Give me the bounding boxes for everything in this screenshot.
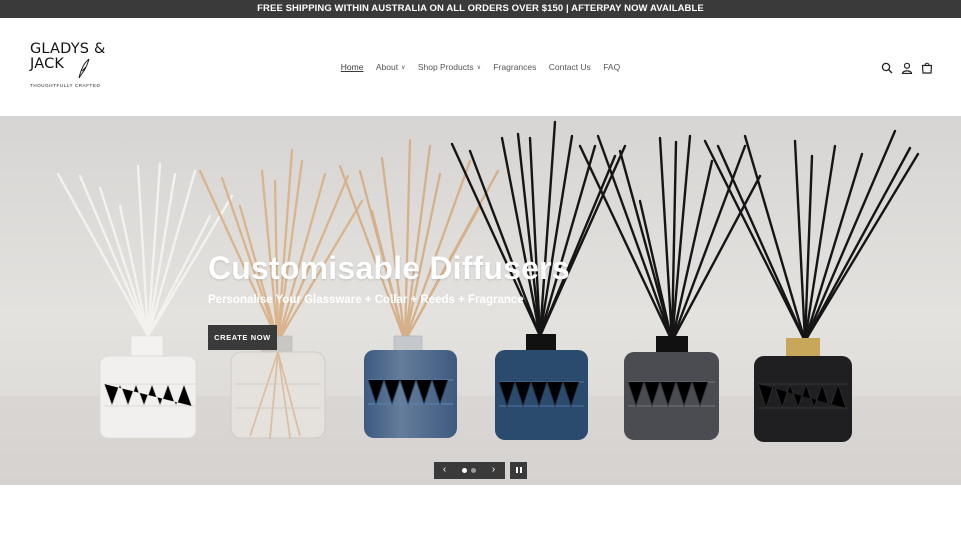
nav-item-about[interactable]: About ∨ [376, 62, 406, 72]
nav-label: About [375, 62, 399, 72]
chevron-right-icon[interactable]: › [485, 462, 502, 479]
nav-item-faq[interactable]: FAQ [603, 62, 620, 72]
nav-item-contact-us[interactable]: Contact Us [549, 62, 591, 72]
nav-label: Home [340, 62, 364, 72]
logo-line-1: GLADYS & [30, 41, 106, 57]
slide-dot-2[interactable] [471, 468, 476, 473]
hero-subtitle: Personalise Your Glassware + Collar + Re… [208, 294, 524, 306]
search-icon[interactable] [881, 62, 893, 74]
nav-item-shop-products[interactable]: Shop Products ∨ [418, 62, 481, 72]
nav-item-fragrances[interactable]: Fragrances [493, 62, 536, 72]
cart-icon[interactable] [921, 62, 933, 74]
nav-label: Contact Us [548, 62, 591, 72]
site-header: GLADYS & JACK THOUGHTFULLY CRAFTED Home … [0, 18, 961, 116]
chevron-down-icon: ∨ [401, 65, 406, 71]
main-nav: Home About ∨ Shop Products ∨ Fragrances Co… [0, 62, 961, 72]
nav-label: FAQ [603, 62, 621, 72]
nav-item-home[interactable]: Home [341, 62, 364, 72]
chevron-left-icon[interactable]: ‹ [436, 462, 453, 479]
hero-title: Customisable Diffusers [208, 250, 570, 286]
chevron-down-icon: ∨ [476, 65, 482, 71]
nav-label: Shop Products [417, 62, 474, 72]
pause-icon-bar [519, 467, 522, 473]
nav-label: Fragrances [493, 62, 537, 72]
account-icon[interactable] [901, 62, 913, 74]
logo-tagline: THOUGHTFULLY CRAFTED [30, 83, 101, 88]
create-now-button[interactable]: CREATE NOW [208, 325, 277, 350]
slide-dot-1[interactable] [462, 468, 467, 473]
pause-icon [516, 467, 518, 473]
pause-button[interactable] [510, 462, 527, 479]
slideshow-controls: ‹ › [434, 462, 505, 479]
hero-slideshow: Customisable Diffusers Personalise Your … [0, 116, 961, 485]
announcement-text: FREE SHIPPING WITHIN AUSTRALIA ON ALL OR… [257, 3, 704, 14]
announcement-bar: FREE SHIPPING WITHIN AUSTRALIA ON ALL OR… [0, 0, 961, 18]
